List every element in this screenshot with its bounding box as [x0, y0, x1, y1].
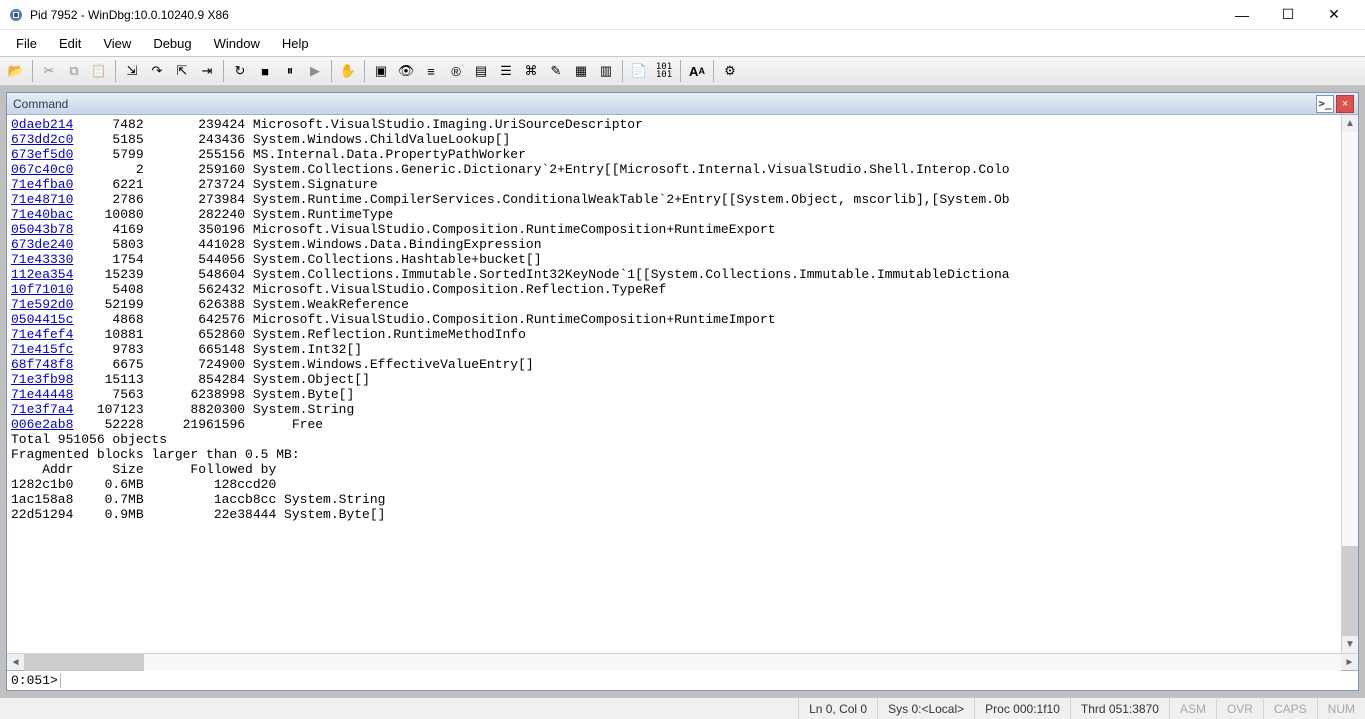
address-link[interactable]: 673ef5d0 [11, 147, 73, 162]
hscroll-thumb[interactable] [24, 654, 144, 671]
run-to-cursor-icon[interactable]: ⇥ [195, 59, 219, 83]
toolbar: 📂 ✂⧉📋 ⇲↷⇱⇥ ↻■⏸▶ ✋ ▣👁≡®▤☰⌘✎▦▥ 📄101101 AA ⚙ [0, 56, 1365, 86]
address-link[interactable]: 71e592d0 [11, 297, 73, 312]
address-link[interactable]: 0504415c [11, 312, 73, 327]
status-sys[interactable]: Sys 0:<Local> [877, 698, 974, 719]
status-ovr: OVR [1216, 698, 1263, 719]
address-link[interactable]: 71e3fb98 [11, 372, 73, 387]
scroll-up-icon[interactable]: ▲ [1342, 115, 1358, 132]
hand-icon[interactable]: ✋ [336, 59, 360, 83]
workspace: Command >_ × 0daeb214 7482 239424 Micros… [0, 86, 1365, 697]
panel-header: Command >_ × [7, 93, 1358, 115]
toolbar-separator [32, 60, 33, 82]
menu-file[interactable]: File [6, 33, 47, 54]
disasm-window-icon[interactable]: ⌘ [519, 59, 543, 83]
toolbar-separator [331, 60, 332, 82]
font-icon[interactable]: AA [685, 59, 709, 83]
address-link[interactable]: 71e44448 [11, 387, 73, 402]
menu-view[interactable]: View [93, 33, 141, 54]
window-title: Pid 7952 - WinDbg:10.0.10240.9 X86 [30, 8, 229, 22]
locals-window-icon[interactable]: ≡ [419, 59, 443, 83]
status-num: NUM [1317, 698, 1365, 719]
address-link[interactable]: 006e2ab8 [11, 417, 73, 432]
registers-window-icon[interactable]: ® [444, 59, 468, 83]
output-text[interactable]: 0daeb214 7482 239424 Microsoft.VisualStu… [7, 115, 1358, 524]
toolbar-separator [115, 60, 116, 82]
binary-view-icon[interactable]: 101101 [652, 59, 676, 83]
address-link[interactable]: 71e48710 [11, 192, 73, 207]
window-controls: — ☐ ✕ [1219, 0, 1357, 30]
minimize-button[interactable]: — [1219, 0, 1265, 30]
open-icon[interactable]: 📂 [4, 59, 28, 83]
address-link[interactable]: 71e4fef4 [11, 327, 73, 342]
command-line: 0:051> [7, 670, 1358, 690]
scroll-left-icon[interactable]: ◄ [7, 654, 24, 671]
address-link[interactable]: 68f748f8 [11, 357, 73, 372]
menu-bar: FileEditViewDebugWindowHelp [0, 30, 1365, 56]
title-bar: Pid 7952 - WinDbg:10.0.10240.9 X86 — ☐ ✕ [0, 0, 1365, 30]
copy-icon: ⧉ [62, 59, 86, 83]
address-link[interactable]: 673de240 [11, 237, 73, 252]
status-proc[interactable]: Proc 000:1f10 [974, 698, 1070, 719]
command-input[interactable] [61, 671, 1358, 690]
status-thrd[interactable]: Thrd 051:3870 [1070, 698, 1169, 719]
menu-edit[interactable]: Edit [49, 33, 91, 54]
step-out-icon[interactable]: ⇱ [170, 59, 194, 83]
paste-icon: 📋 [87, 59, 111, 83]
panel-prompt-icon[interactable]: >_ [1316, 95, 1334, 113]
panel-title: Command [11, 97, 1314, 111]
other-window-icon[interactable]: ▥ [594, 59, 618, 83]
close-button[interactable]: ✕ [1311, 0, 1357, 30]
scratch-window-icon[interactable]: ✎ [544, 59, 568, 83]
address-link[interactable]: 0daeb214 [11, 117, 73, 132]
status-asm: ASM [1169, 698, 1216, 719]
scroll-down-icon[interactable]: ▼ [1342, 636, 1358, 653]
memory-window-icon[interactable]: ▤ [469, 59, 493, 83]
address-link[interactable]: 112ea354 [11, 267, 73, 282]
app-icon [8, 7, 24, 23]
address-link[interactable]: 673dd2c0 [11, 132, 73, 147]
logs-icon[interactable]: 📄 [627, 59, 651, 83]
go-icon: ▶ [303, 59, 327, 83]
status-caps: CAPS [1263, 698, 1317, 719]
menu-help[interactable]: Help [272, 33, 319, 54]
scroll-thumb[interactable] [1342, 546, 1358, 636]
address-link[interactable]: 10f71010 [11, 282, 73, 297]
horizontal-scrollbar[interactable]: ◄ ► [7, 653, 1358, 670]
cut-icon: ✂ [37, 59, 61, 83]
address-link[interactable]: 71e43330 [11, 252, 73, 267]
break-icon[interactable]: ⏸ [278, 59, 302, 83]
command-prompt: 0:051> [7, 673, 61, 688]
address-link[interactable]: 71e415fc [11, 342, 73, 357]
command-window-icon[interactable]: ▣ [369, 59, 393, 83]
address-link[interactable]: 71e3f7a4 [11, 402, 73, 417]
vertical-scrollbar[interactable]: ▲ ▼ [1341, 115, 1358, 653]
toolbar-separator [713, 60, 714, 82]
address-link[interactable]: 067c40c0 [11, 162, 73, 177]
address-link[interactable]: 71e40bac [11, 207, 73, 222]
toolbar-separator [364, 60, 365, 82]
toolbar-separator [680, 60, 681, 82]
watch-window-icon[interactable]: 👁 [394, 59, 418, 83]
callstack-window-icon[interactable]: ☰ [494, 59, 518, 83]
processes-window-icon[interactable]: ▦ [569, 59, 593, 83]
options-icon[interactable]: ⚙ [718, 59, 742, 83]
toolbar-separator [622, 60, 623, 82]
output-area: 0daeb214 7482 239424 Microsoft.VisualStu… [7, 115, 1358, 653]
step-into-icon[interactable]: ⇲ [120, 59, 144, 83]
menu-window[interactable]: Window [204, 33, 270, 54]
maximize-button[interactable]: ☐ [1265, 0, 1311, 30]
menu-debug[interactable]: Debug [143, 33, 201, 54]
status-ln-col: Ln 0, Col 0 [798, 698, 877, 719]
restart-icon[interactable]: ↻ [228, 59, 252, 83]
toolbar-separator [223, 60, 224, 82]
command-panel: Command >_ × 0daeb214 7482 239424 Micros… [6, 92, 1359, 691]
address-link[interactable]: 71e4fba0 [11, 177, 73, 192]
status-bar: Ln 0, Col 0 Sys 0:<Local> Proc 000:1f10 … [0, 697, 1365, 719]
scroll-right-icon[interactable]: ► [1341, 654, 1358, 671]
step-over-icon[interactable]: ↷ [145, 59, 169, 83]
address-link[interactable]: 05043b78 [11, 222, 73, 237]
panel-close-button[interactable]: × [1336, 95, 1354, 113]
stop-icon[interactable]: ■ [253, 59, 277, 83]
